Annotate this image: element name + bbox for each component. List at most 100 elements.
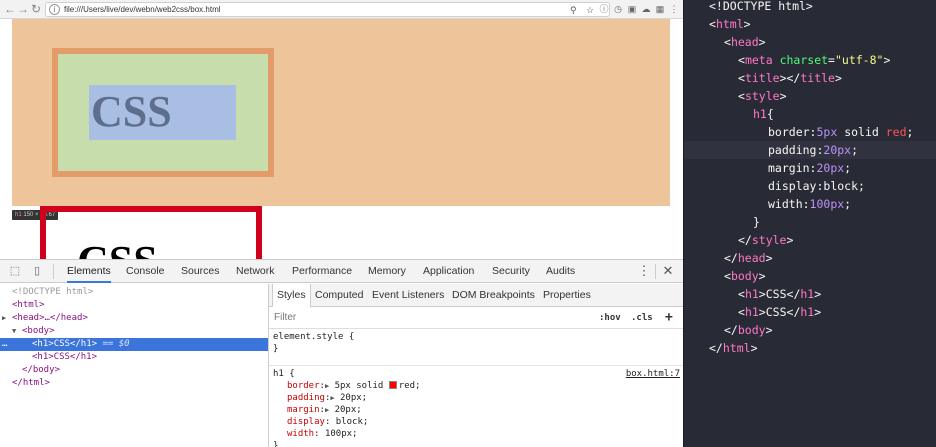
content-highlight: CSS (89, 85, 236, 140)
filter-input[interactable]: Filter (274, 307, 296, 329)
dom-doctype[interactable]: <!DOCTYPE html> (0, 286, 268, 299)
border-highlight: CSS (52, 48, 274, 177)
decl-border[interactable]: border:▶ 5px solid red; (287, 380, 420, 392)
expand-triangle-icon[interactable]: ▶ (2, 312, 12, 325)
info-icon[interactable]: ⓘ (598, 3, 610, 15)
code-line-8: border:5px solid red; (768, 125, 914, 139)
devtools-panel: ⬚ ▯ Elements Console Sources Network Per… (0, 259, 683, 447)
menu-icon[interactable]: ⋮ (668, 3, 680, 15)
h1-rule: h1 { box.html:7 border:▶ 5px solid red; … (269, 367, 683, 447)
h1-second-box: CSS (40, 206, 262, 259)
tab-memory[interactable]: Memory (368, 260, 406, 283)
inspect-element-icon[interactable]: ⬚ (8, 264, 22, 278)
back-button[interactable]: ← (3, 1, 17, 17)
address-bar[interactable]: i file:///Users/live/dev/webn/web2css/bo… (45, 2, 610, 17)
h1-close-tag: </h1> (69, 339, 98, 349)
decl-padding[interactable]: padding:▶ 20px; (287, 392, 367, 404)
tag-token: meta (744, 53, 773, 67)
tag-token: style (744, 89, 780, 103)
tab-properties[interactable]: Properties (543, 284, 591, 307)
more-actions-icon[interactable]: … (2, 338, 7, 351)
expand-shorthand-icon[interactable]: ▶ (330, 394, 334, 402)
decl-margin[interactable]: margin:▶ 20px; (287, 404, 362, 416)
tab-application[interactable]: Application (423, 260, 474, 283)
dom-body[interactable]: ▼ <body> (0, 325, 268, 338)
zoom-icon[interactable]: ⚲ (570, 4, 577, 16)
star-icon[interactable]: ☆ (586, 4, 594, 16)
dom-html-close[interactable]: </html> (0, 377, 268, 390)
h1-heading-second: CSS (77, 232, 158, 259)
tab-computed[interactable]: Computed (315, 284, 363, 307)
code-line-1: <!DOCTYPE html> (684, 0, 936, 15)
tag-token: head (730, 35, 759, 49)
h1-heading-first: CSS (91, 87, 172, 136)
add-rule-button[interactable]: + (665, 307, 673, 329)
extension-icon[interactable]: ▣ (626, 3, 638, 15)
color-swatch[interactable] (388, 381, 397, 389)
reload-button[interactable]: ↻ (29, 1, 43, 17)
h1-rule-selector[interactable]: h1 { (273, 368, 295, 380)
code-line-6: <style> (738, 89, 787, 103)
bookmark-icon[interactable]: ▦ (654, 3, 666, 15)
devtools-menu-icon[interactable]: ⋮ (637, 263, 651, 279)
tab-security[interactable]: Security (492, 260, 530, 283)
selector-token: h1 (753, 107, 767, 121)
property-token: width: (768, 197, 810, 211)
hover-state-button[interactable]: :hov (599, 307, 621, 329)
device-toolbar-icon[interactable]: ▯ (30, 264, 44, 278)
tag-token: html (722, 341, 751, 355)
value-padding: 20px; (340, 393, 368, 403)
dom-head[interactable]: ▶ <head>…</head> (0, 312, 268, 325)
class-toggle-button[interactable]: .cls (631, 307, 653, 329)
dom-html[interactable]: <html> (0, 299, 268, 312)
html-tag-text: <html> (12, 300, 45, 310)
tab-console[interactable]: Console (126, 260, 165, 283)
code-editor[interactable]: <!DOCTYPE html> <html> <head> <meta char… (683, 0, 936, 447)
tab-performance[interactable]: Performance (292, 260, 352, 283)
tab-elements[interactable]: Elements (67, 260, 111, 283)
code-line-13: } (684, 213, 936, 231)
selected-marker: == $0 (102, 339, 130, 349)
brace-token: } (753, 215, 760, 229)
property-token: margin: (768, 161, 817, 175)
h1-second-tag-text: <h1>CSS</h1> (32, 352, 98, 362)
value-width: 100px; (324, 429, 358, 439)
close-devtools-icon[interactable]: ✕ (661, 263, 675, 279)
tag-token: head (737, 251, 766, 265)
tab-dom-breakpoints[interactable]: DOM Breakpoints (452, 284, 535, 307)
dom-h1-second[interactable]: <h1>CSS</h1> (0, 351, 268, 364)
brace-token: { (766, 107, 774, 121)
tab-audits[interactable]: Audits (546, 260, 575, 283)
forward-button[interactable]: → (16, 1, 30, 17)
tag-token: body (730, 269, 759, 283)
rule-source-link[interactable]: box.html:7 (626, 368, 680, 380)
doctype-token: <!DOCTYPE html> (709, 0, 813, 13)
tab-network[interactable]: Network (236, 260, 275, 283)
cloud-icon[interactable]: ☁ (640, 3, 652, 15)
dom-body-close[interactable]: </body> (0, 364, 268, 377)
tab-styles[interactable]: Styles (272, 284, 311, 307)
element-style-close: } (273, 344, 279, 354)
decl-display[interactable]: display: block; (287, 416, 368, 428)
styles-sidebar: Styles Computed Event Listeners DOM Brea… (268, 284, 683, 447)
toolbar-divider (53, 264, 54, 279)
tag-token: h1 (800, 305, 815, 319)
tab-sources[interactable]: Sources (181, 260, 220, 283)
tab-event-listeners[interactable]: Event Listeners (372, 284, 444, 307)
code-line-19: </body> (724, 323, 773, 337)
expand-shorthand-icon[interactable]: ▶ (325, 406, 329, 414)
dom-tree: <!DOCTYPE html> <html> ▶ <head>…</head> ▼… (0, 284, 268, 447)
expand-shorthand-icon[interactable]: ▶ (325, 382, 329, 390)
page-info-icon[interactable]: i (49, 4, 60, 15)
collapse-triangle-icon[interactable]: ▼ (12, 325, 22, 338)
tag-token: h1 (744, 287, 759, 301)
text-token: CSS (765, 305, 787, 319)
history-icon[interactable]: ◷ (612, 3, 624, 15)
tag-token: title (800, 71, 835, 85)
value-border-color: red; (398, 381, 421, 391)
decl-width[interactable]: width: 100px; (287, 428, 357, 440)
body-tag-text: <body> (22, 326, 55, 336)
code-line-12: width:100px; (768, 197, 852, 211)
element-style-selector[interactable]: element.style { (273, 331, 354, 343)
dom-h1-selected[interactable]: … <h1>CSS</h1> == $0 (0, 338, 268, 351)
